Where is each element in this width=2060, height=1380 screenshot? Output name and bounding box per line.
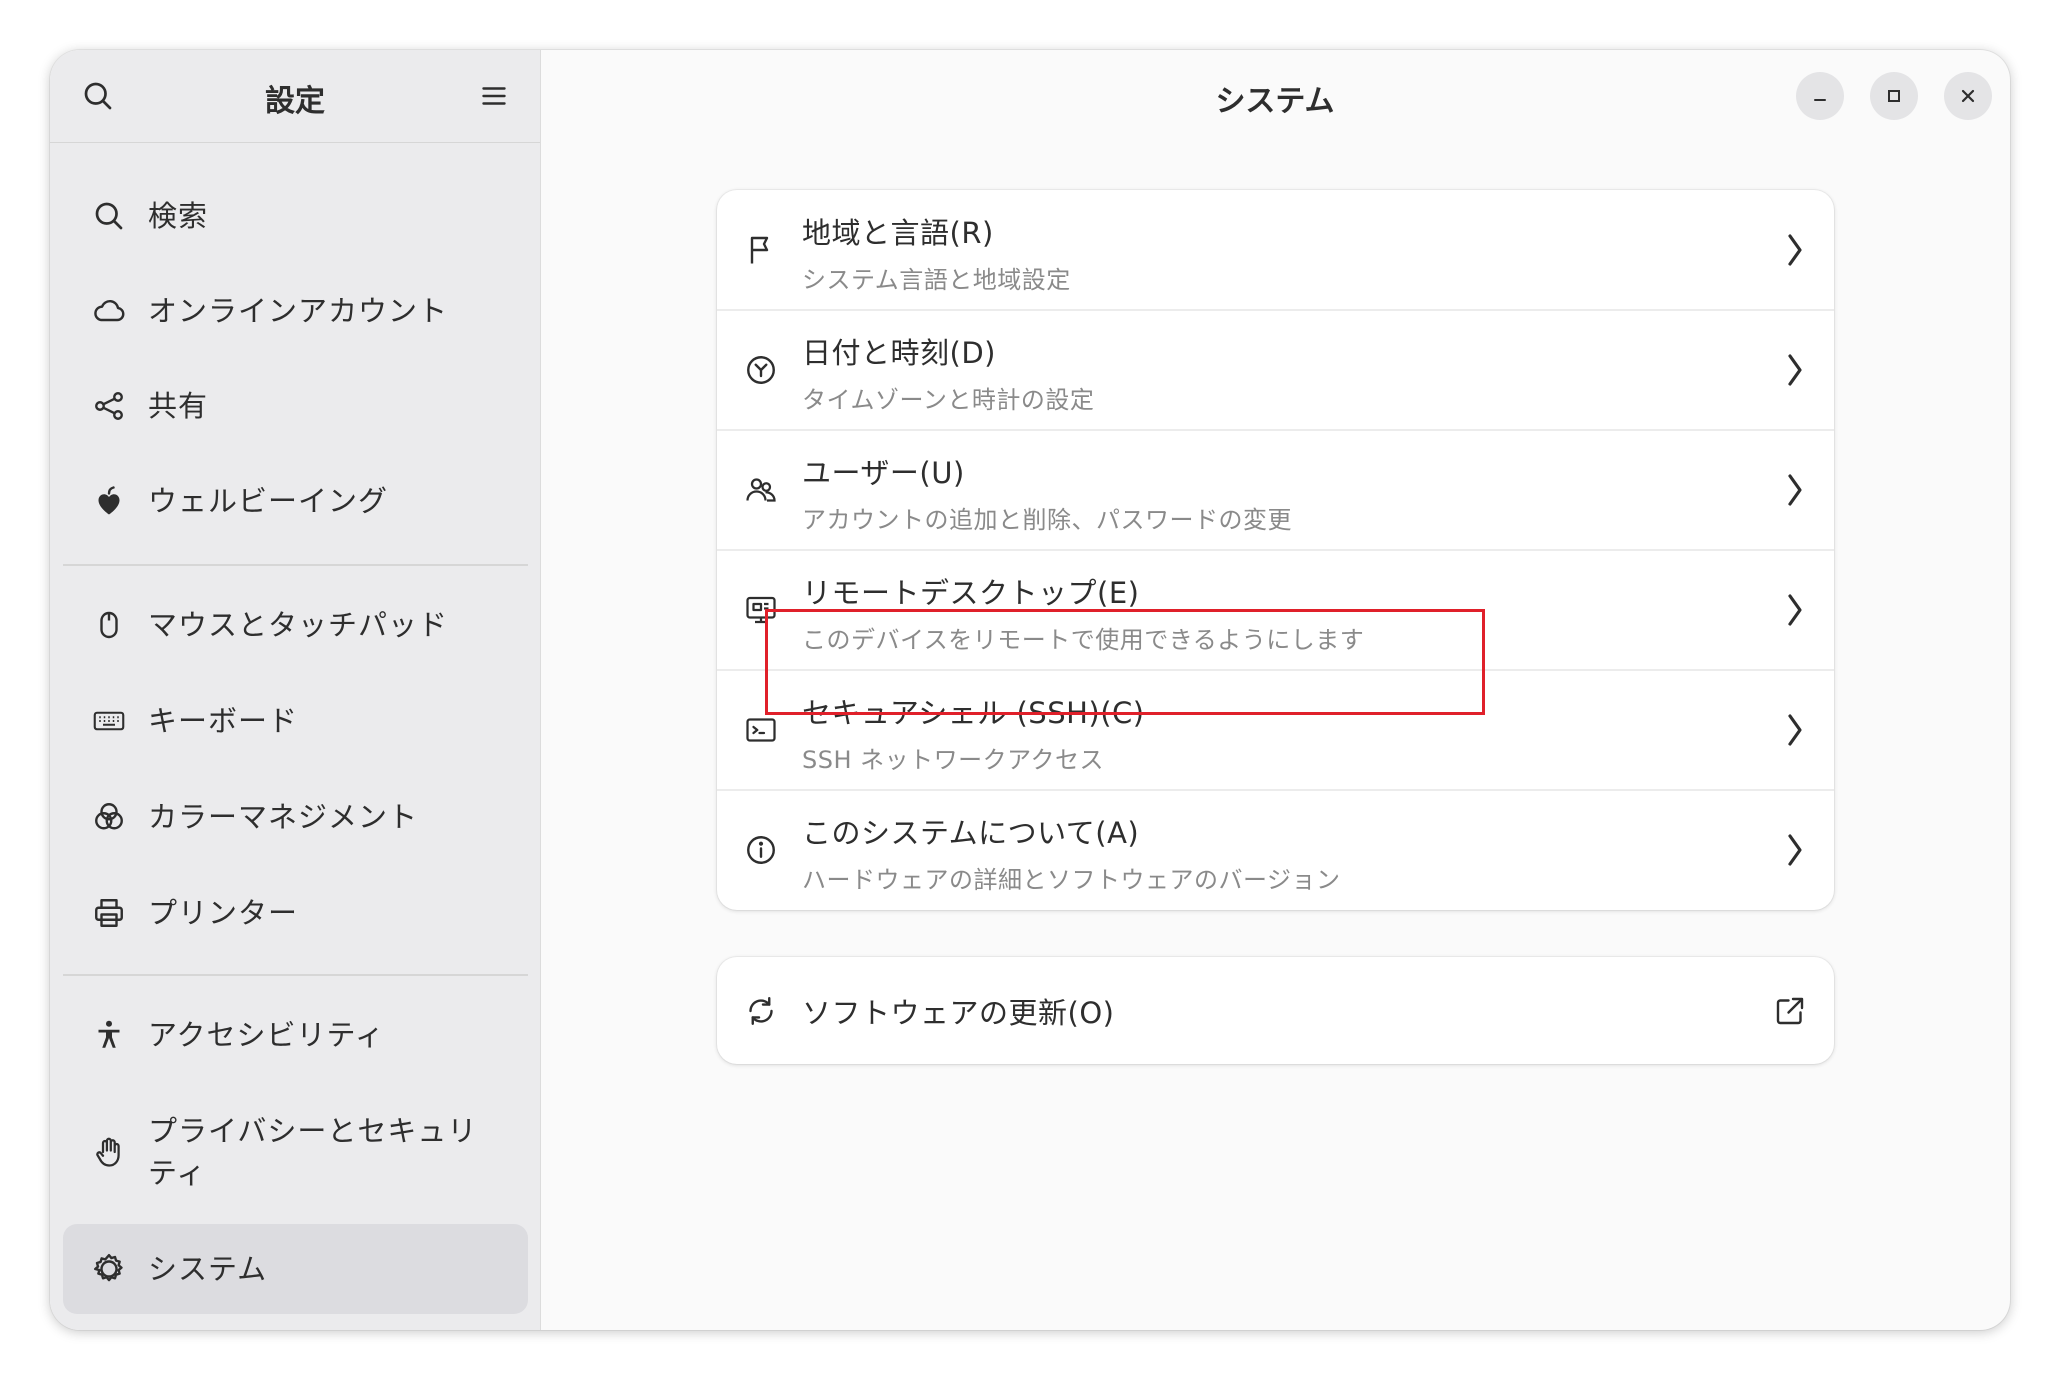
search-icon: [91, 198, 127, 234]
sidebar-item-printers[interactable]: プリンター: [63, 868, 528, 958]
sidebar-item-accessibility[interactable]: アクセシビリティ: [63, 990, 528, 1080]
chevron-right-icon: [1780, 832, 1808, 868]
chevron-right-icon: [1780, 232, 1808, 268]
sidebar-item-color-management[interactable]: カラーマネジメント: [63, 772, 528, 862]
row-about[interactable]: このシステムについて(A) ハードウェアの詳細とソフトウェアのバージョン: [717, 790, 1834, 910]
chevron-right-icon: [1780, 712, 1808, 748]
printer-icon: [91, 895, 127, 931]
hand-icon: [91, 1134, 127, 1170]
info-icon: [743, 832, 779, 868]
sidebar-item-label: アクセシビリティ: [148, 1018, 385, 1052]
sidebar-item-label: キーボード: [148, 704, 299, 738]
close-button[interactable]: [1944, 72, 1992, 120]
terminal-icon: [743, 712, 779, 748]
users-icon: [743, 472, 779, 508]
accessibility-icon: [91, 1017, 127, 1053]
sidebar-item-label: カラーマネジメント: [148, 800, 419, 834]
sidebar-item-sharing[interactable]: 共有: [63, 361, 528, 451]
row-subtitle: タイムゾーンと時計の設定: [802, 386, 1095, 414]
row-subtitle: SSH ネットワークアクセス: [802, 746, 1104, 774]
sidebar-divider: [63, 974, 528, 976]
page-title: システム: [1215, 84, 1335, 119]
row-subtitle: システム言語と地域設定: [802, 266, 1071, 294]
row-subtitle: このデバイスをリモートで使用できるようにします: [802, 626, 1365, 654]
mouse-icon: [91, 607, 127, 643]
sidebar-item-label: プリンター: [148, 896, 299, 930]
sidebar-item-search[interactable]: 検索: [63, 171, 528, 261]
minimize-icon: [1814, 99, 1826, 101]
row-title: 地域と言語(R): [802, 216, 994, 250]
sidebar-item-mouse-touchpad[interactable]: マウスとタッチパッド: [63, 580, 528, 670]
row-region-language[interactable]: 地域と言語(R) システム言語と地域設定: [717, 190, 1834, 310]
menu-icon[interactable]: [476, 78, 512, 114]
sidebar-item-label: プライバシーとセキュリティ: [148, 1114, 478, 1190]
row-title: セキュアシェル (SSH)(C): [802, 696, 1145, 730]
row-users[interactable]: ユーザー(U) アカウントの追加と削除、パスワードの変更: [717, 430, 1834, 550]
color-icon: [91, 799, 127, 835]
gear-icon: [91, 1251, 127, 1287]
row-title: このシステムについて(A): [802, 816, 1140, 850]
remote-desktop-icon: [743, 592, 779, 628]
chevron-right-icon: [1780, 472, 1808, 508]
refresh-icon: [743, 993, 779, 1029]
row-title: リモートデスクトップ(E): [802, 576, 1140, 610]
row-title: ソフトウェアの更新(O): [802, 995, 1115, 1030]
sidebar-item-label: 共有: [148, 389, 209, 423]
sidebar-item-label: ウェルビーイング: [148, 484, 389, 518]
row-software-update[interactable]: ソフトウェアの更新(O): [717, 957, 1834, 1064]
sidebar-item-privacy-security[interactable]: プライバシーとセキュリティ: [63, 1097, 528, 1207]
row-secure-shell[interactable]: セキュアシェル (SSH)(C) SSH ネットワークアクセス: [717, 670, 1834, 790]
clock-icon: [743, 352, 779, 388]
chevron-right-icon: [1780, 592, 1808, 628]
row-subtitle: ハードウェアの詳細とソフトウェアのバージョン: [802, 866, 1341, 894]
software-update-card: ソフトウェアの更新(O): [717, 957, 1834, 1064]
external-link-icon: [1772, 993, 1808, 1029]
row-title: 日付と時刻(D): [802, 336, 996, 370]
row-title: ユーザー(U): [802, 456, 965, 490]
share-icon: [91, 388, 127, 424]
close-icon: [1961, 89, 1975, 103]
sidebar: 設定 検索 オンラインアカウント 共有 ウェルビーイング マウスとタッチパッド …: [50, 50, 541, 1330]
sidebar-item-keyboard[interactable]: キーボード: [63, 676, 528, 766]
settings-window: 設定 検索 オンラインアカウント 共有 ウェルビーイング マウスとタッチパッド …: [50, 50, 2010, 1330]
sidebar-item-label: オンラインアカウント: [148, 294, 449, 328]
keyboard-icon: [91, 703, 127, 739]
minimize-button[interactable]: [1796, 72, 1844, 120]
chevron-right-icon: [1780, 352, 1808, 388]
cloud-icon: [91, 293, 127, 329]
sidebar-item-label: マウスとタッチパッド: [148, 608, 449, 642]
row-date-time[interactable]: 日付と時刻(D) タイムゾーンと時計の設定: [717, 310, 1834, 430]
system-settings-list: 地域と言語(R) システム言語と地域設定 日付と時刻(D) タイムゾーンと時計の…: [717, 190, 1834, 910]
sidebar-item-label: システム: [148, 1252, 268, 1286]
sidebar-item-online-accounts[interactable]: オンラインアカウント: [63, 266, 528, 356]
sidebar-item-wellbeing[interactable]: ウェルビーイング: [63, 456, 528, 546]
flag-icon: [743, 232, 779, 268]
sidebar-divider: [63, 564, 528, 566]
maximize-button[interactable]: [1870, 72, 1918, 120]
maximize-icon: [1888, 90, 1900, 102]
row-remote-desktop[interactable]: リモートデスクトップ(E) このデバイスをリモートで使用できるようにします: [717, 550, 1834, 670]
wellbeing-icon: [91, 483, 127, 519]
sidebar-header: 設定: [50, 50, 540, 143]
sidebar-item-label: 検索: [148, 199, 209, 233]
sidebar-item-system[interactable]: システム: [63, 1224, 528, 1314]
sidebar-title: 設定: [265, 84, 325, 119]
row-subtitle: アカウントの追加と削除、パスワードの変更: [802, 506, 1292, 534]
